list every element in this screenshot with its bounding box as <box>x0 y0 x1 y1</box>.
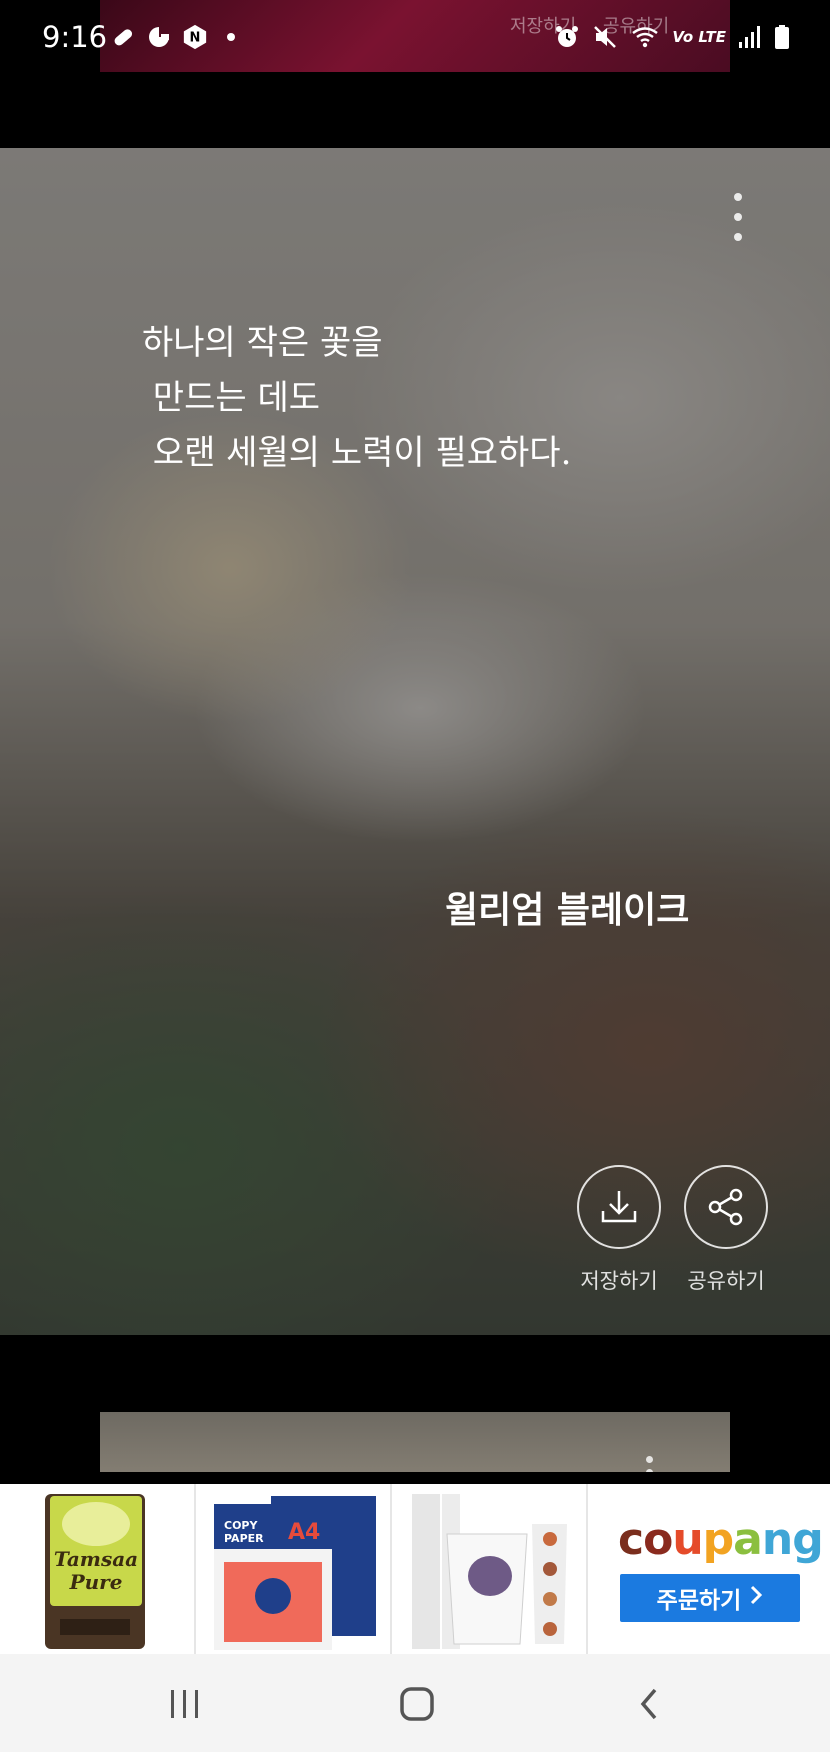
order-button[interactable]: 주문하기 <box>620 1574 800 1622</box>
pac-icon <box>146 24 172 50</box>
status-bar: 저장하기 공유하기 9:16 N Vo LTE <box>0 0 830 80</box>
system-icons: Vo LTE <box>554 24 790 50</box>
svg-text:Pure: Pure <box>69 1570 123 1594</box>
quote-author: 윌리엄 블레이크 <box>445 889 690 931</box>
svg-text:A4: A4 <box>288 1520 320 1545</box>
ad-product-cups[interactable] <box>392 1484 588 1654</box>
more-dot-icon <box>734 233 742 241</box>
quote-card[interactable]: 하나의 작은 꽃을 만드는 데도 오랜 세월의 노력이 필요하다. 윌리엄 블레… <box>0 148 830 1335</box>
mute-icon <box>592 24 618 50</box>
quote-line: 오랜 세월의 노력이 필요하다. <box>142 433 572 473</box>
next-card-more-icon[interactable] <box>646 1456 653 1472</box>
home-button[interactable] <box>387 1682 447 1726</box>
paper-product-image: COPY PAPER A4 <box>214 1496 376 1650</box>
back-button[interactable] <box>620 1682 680 1726</box>
save-button[interactable]: 저장하기 <box>577 1165 661 1293</box>
svg-text:Tamsaa: Tamsaa <box>54 1547 138 1571</box>
recents-button[interactable] <box>155 1682 215 1726</box>
bandage-icon <box>110 24 136 50</box>
alarm-icon <box>554 24 580 50</box>
share-label: 공유하기 <box>687 1269 765 1293</box>
status-time: 9:16 <box>42 20 108 54</box>
coupang-ad[interactable]: coupang 주문하기 <box>588 1484 830 1654</box>
volte-icon: Vo LTE <box>672 28 726 46</box>
svg-text:N: N <box>190 31 201 46</box>
save-label: 저장하기 <box>580 1269 658 1293</box>
more-options-button[interactable] <box>725 193 751 241</box>
share-icon[interactable] <box>684 1165 768 1249</box>
order-label: 주문하기 <box>656 1588 742 1614</box>
quote-line: 하나의 작은 꽃을 <box>142 323 383 363</box>
download-icon[interactable] <box>577 1165 661 1249</box>
chevron-right-icon <box>749 1584 763 1612</box>
battery-icon <box>774 24 790 50</box>
ad-product-paper[interactable]: COPY PAPER A4 <box>196 1484 392 1654</box>
back-icon <box>640 1688 657 1720</box>
ad-banner[interactable]: Tamsaa Pure COPY PAPER A4 coupang 주문하기 <box>0 1484 830 1654</box>
home-icon <box>400 1687 434 1721</box>
n-app-icon: N <box>182 24 208 50</box>
next-card-peek[interactable] <box>100 1412 730 1472</box>
navigation-bar <box>0 1654 830 1752</box>
more-dot-icon <box>734 213 742 221</box>
coupang-logo: coupang <box>618 1514 824 1565</box>
svg-text:COPY: COPY <box>224 1519 258 1532</box>
tissue-product-image: Tamsaa Pure <box>45 1494 145 1649</box>
dot-icon <box>218 24 244 50</box>
wifi-icon <box>630 24 660 50</box>
notification-icons: N <box>110 24 244 50</box>
signal-icon <box>738 24 762 50</box>
svg-text:PAPER: PAPER <box>224 1532 264 1545</box>
recents-icon <box>171 1690 198 1718</box>
cups-product-image <box>412 1494 567 1649</box>
more-dot-icon <box>734 193 742 201</box>
share-button[interactable]: 공유하기 <box>684 1165 768 1293</box>
quote-text: 하나의 작은 꽃을 만드는 데도 오랜 세월의 노력이 필요하다. <box>142 316 571 481</box>
quote-line: 만드는 데도 <box>142 378 321 418</box>
ad-product-tissue[interactable]: Tamsaa Pure <box>0 1484 196 1654</box>
